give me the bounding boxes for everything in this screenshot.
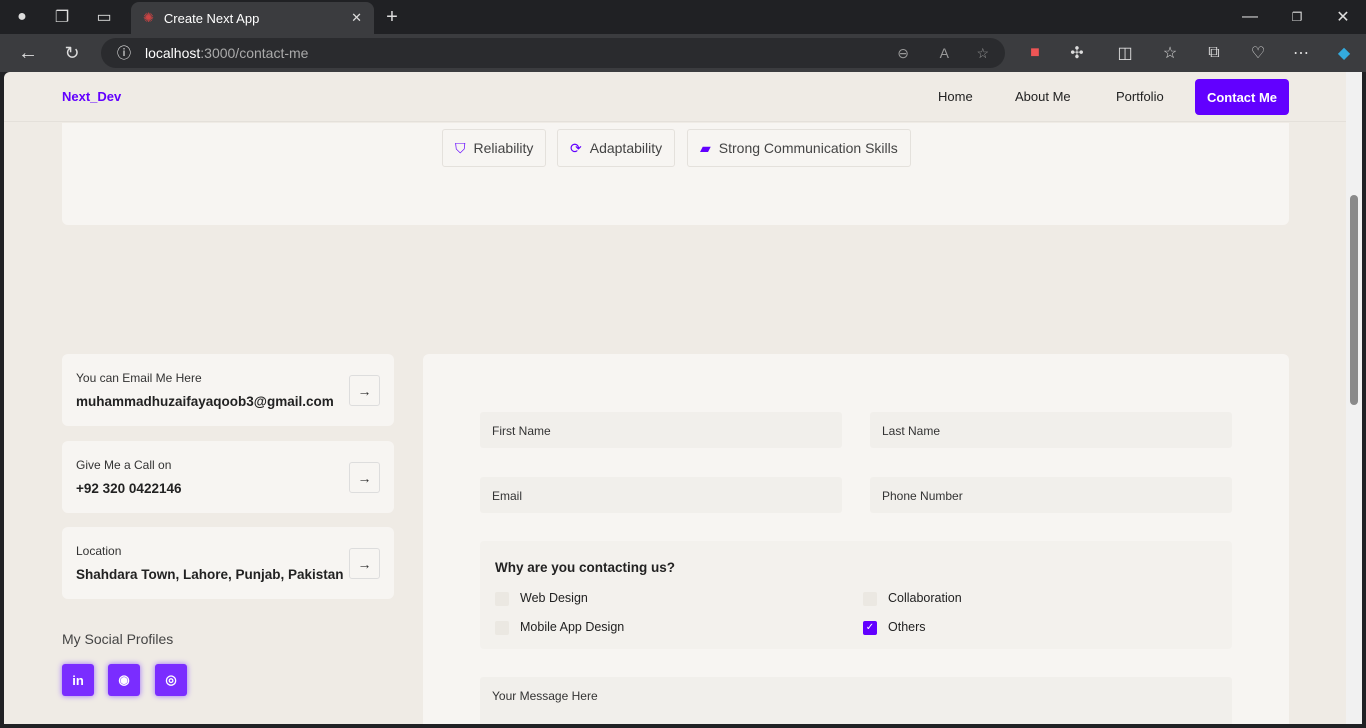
skill-label: Adaptability [589,140,663,156]
new-tab-icon[interactable]: + [378,3,406,31]
read-aloud-icon[interactable]: A [940,45,949,61]
skill-chip: ▰ Strong Communication Skills [687,129,911,167]
shield-icon: ⛉ [455,139,466,156]
github-icon[interactable]: ◉ [108,664,140,696]
favorites-icon[interactable]: ☆ [1156,39,1184,67]
back-icon[interactable]: ← [14,39,42,67]
tab-bar: ● ❐ ▭ ✺ Create Next App ✕ + — ❐ ✕ [0,0,1366,34]
email-card: You can Email Me Here muhammadhuzaifayaq… [62,354,394,426]
tab-title: Create Next App [163,10,260,26]
chat-check-icon: ▰ [700,139,711,156]
refresh-icon[interactable]: ↻ [58,39,86,67]
phone-input[interactable]: Phone Number [870,477,1232,513]
favicon-icon: ✺ [143,10,154,25]
logo[interactable]: Next_Dev [62,89,121,104]
instagram-icon[interactable]: ◎ [155,664,187,696]
location-arrow-button[interactable]: → [349,548,380,579]
contact-form: First Name Last Name Email Phone Number … [423,354,1289,724]
minimize-icon[interactable]: — [1236,3,1264,31]
url-path: :3000/contact-me [200,45,309,61]
social-title: My Social Profiles [62,631,174,647]
workspaces-icon[interactable]: ❐ [48,3,76,31]
favorite-star-icon[interactable]: ☆ [976,45,989,62]
skills-card [62,123,1289,225]
message-textarea[interactable]: Your Message Here [480,677,1232,724]
more-icon[interactable]: ⋯ [1287,39,1315,67]
scrollbar-thumb[interactable] [1350,195,1358,405]
page: Next_Dev Home About Me Portfolio Contact… [4,72,1346,724]
skill-chip: ⛉ Reliability [442,129,547,167]
skill-label: Strong Communication Skills [718,140,898,156]
option-label: Others [888,620,926,634]
close-window-icon[interactable]: ✕ [1329,3,1357,31]
extension-icon[interactable]: ■ [1021,39,1049,67]
collaboration-checkbox[interactable] [863,592,877,606]
location-card: Location Shahdara Town, Lahore, Punjab, … [62,527,394,599]
refresh-check-icon: ⟳ [570,139,582,156]
contact-me-button[interactable]: Contact Me [1195,79,1289,115]
reason-question: Why are you contacting us? [495,560,676,575]
nav-about[interactable]: About Me [1015,89,1071,104]
tab-actions-icon[interactable]: ▭ [90,3,118,31]
site-info-icon[interactable]: ⓘ [117,43,131,63]
phone-label: Give Me a Call on [76,458,172,472]
collections-icon[interactable]: ⧉ [1200,39,1228,67]
skill-label: Reliability [473,140,534,156]
address-bar[interactable]: ⓘ localhost:3000/contact-me ⊖ A ☆ [101,38,1005,68]
phone-card: Give Me a Call on +92 320 0422146 → [62,441,394,513]
navbar: Next_Dev Home About Me Portfolio Contact… [4,72,1346,122]
first-name-input[interactable]: First Name [480,412,842,448]
url-host: localhost [145,45,201,61]
extensions-icon[interactable]: ✣ [1063,39,1091,67]
email-value: muhammadhuzaifayaqoob3@gmail.com [76,394,334,409]
copilot-icon[interactable]: ◆ [1330,39,1358,67]
nav-portfolio[interactable]: Portfolio [1116,89,1164,104]
option-label: Mobile App Design [520,620,625,634]
phone-value: +92 320 0422146 [76,481,182,496]
option-label: Web Design [520,591,588,605]
option-label: Collaboration [888,591,962,605]
skill-chip: ⟳ Adaptability [557,129,676,167]
profile-icon[interactable]: ● [8,3,36,31]
location-value: Shahdara Town, Lahore, Punjab, Pakistan [76,567,344,582]
restore-icon[interactable]: ❐ [1283,3,1311,31]
email-label: You can Email Me Here [76,371,202,385]
zoom-icon[interactable]: ⊖ [897,45,909,62]
linkedin-icon[interactable]: in [62,664,94,696]
close-tab-icon[interactable]: ✕ [351,10,362,26]
mobile-app-design-checkbox[interactable] [495,621,509,635]
browser-tab[interactable]: ✺ Create Next App ✕ [131,2,374,34]
email-input[interactable]: Email [480,477,842,513]
browser-essentials-icon[interactable]: ♡ [1244,39,1272,67]
last-name-input[interactable]: Last Name [870,412,1232,448]
nav-home[interactable]: Home [938,89,973,104]
location-label: Location [76,544,122,558]
reason-group: Why are you contacting us? Web Design Co… [480,541,1232,649]
email-arrow-button[interactable]: → [349,375,380,406]
others-checkbox[interactable]: ✓ [863,621,877,635]
split-screen-icon[interactable]: ◫ [1111,39,1139,67]
web-design-checkbox[interactable] [495,592,509,606]
phone-arrow-button[interactable]: → [349,462,380,493]
